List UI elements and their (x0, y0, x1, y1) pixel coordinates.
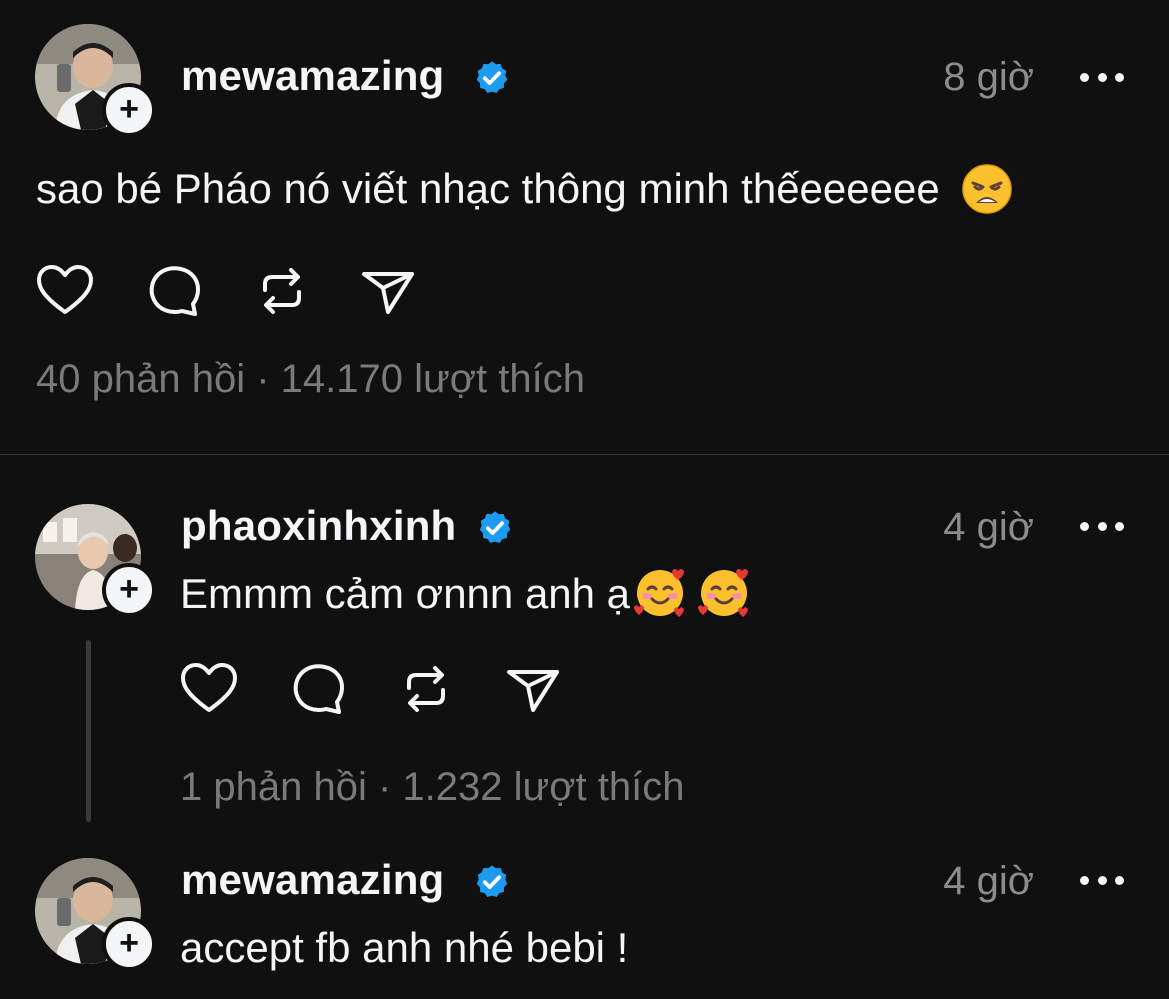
smiling-face-with-hearts-emoji (634, 568, 685, 617)
share-button[interactable] (358, 260, 420, 322)
post-text-content: Emmm cảm ơnnn anh ạ (180, 570, 631, 617)
plus-icon: + (119, 89, 139, 128)
post-stats: 1 phản hồi · 1.232 lượt thích (180, 765, 684, 810)
like-button[interactable] (178, 658, 240, 720)
username[interactable]: mewamazing (181, 856, 444, 904)
post-text: accept fb anh nhé bebi ! (180, 924, 629, 971)
post-time: 8 giờ (943, 55, 1034, 99)
more-icon[interactable] (1080, 511, 1124, 541)
follow-button[interactable]: + (102, 83, 156, 137)
verified-icon (476, 61, 508, 94)
post-text-content: sao bé Pháo nó viết nhạc thông minh thếe… (36, 165, 940, 212)
like-button[interactable] (34, 260, 96, 322)
repost-button[interactable] (395, 658, 457, 720)
likes-count[interactable]: 1.232 lượt thích (402, 765, 684, 809)
comment-button[interactable] (143, 260, 205, 322)
comment-icon (293, 664, 344, 714)
replies-count[interactable]: 40 phản hồi (36, 357, 245, 401)
share-icon (507, 670, 559, 712)
username[interactable]: mewamazing (181, 52, 444, 100)
stats-separator: · (366, 765, 403, 809)
weary-face-emoji (962, 164, 1013, 214)
plus-icon: + (119, 923, 139, 962)
plus-icon: + (119, 569, 139, 608)
divider (0, 454, 1169, 455)
more-icon[interactable] (1080, 865, 1124, 895)
post-time: 4 giờ (943, 859, 1034, 903)
replies-count[interactable]: 1 phản hồi (180, 765, 367, 809)
stats-separator: · (245, 357, 281, 401)
verified-icon (479, 511, 511, 544)
heart-icon (181, 663, 237, 712)
comment-icon (149, 266, 200, 316)
repost-button[interactable] (251, 260, 313, 322)
post-time: 4 giờ (943, 505, 1034, 549)
repost-icon (407, 666, 445, 712)
repost-icon (263, 268, 301, 314)
smiling-face-with-hearts-emoji (698, 568, 749, 617)
post-text: Emmm cảm ơnnn anh ạ (180, 568, 752, 621)
comment-button[interactable] (287, 658, 349, 720)
post-stats: 40 phản hồi · 14.170 lượt thích (36, 357, 585, 402)
likes-count[interactable]: 14.170 lượt thích (281, 357, 585, 401)
verified-icon (476, 865, 508, 898)
follow-button[interactable]: + (102, 917, 156, 971)
post-text: sao bé Pháo nó viết nhạc thông minh thếe… (36, 164, 1013, 215)
heart-icon (37, 265, 93, 314)
share-icon (362, 272, 414, 314)
username[interactable]: phaoxinhxinh (181, 502, 456, 550)
more-icon[interactable] (1080, 62, 1124, 92)
thread-line (86, 640, 91, 822)
share-button[interactable] (503, 658, 565, 720)
follow-button[interactable]: + (102, 563, 156, 617)
